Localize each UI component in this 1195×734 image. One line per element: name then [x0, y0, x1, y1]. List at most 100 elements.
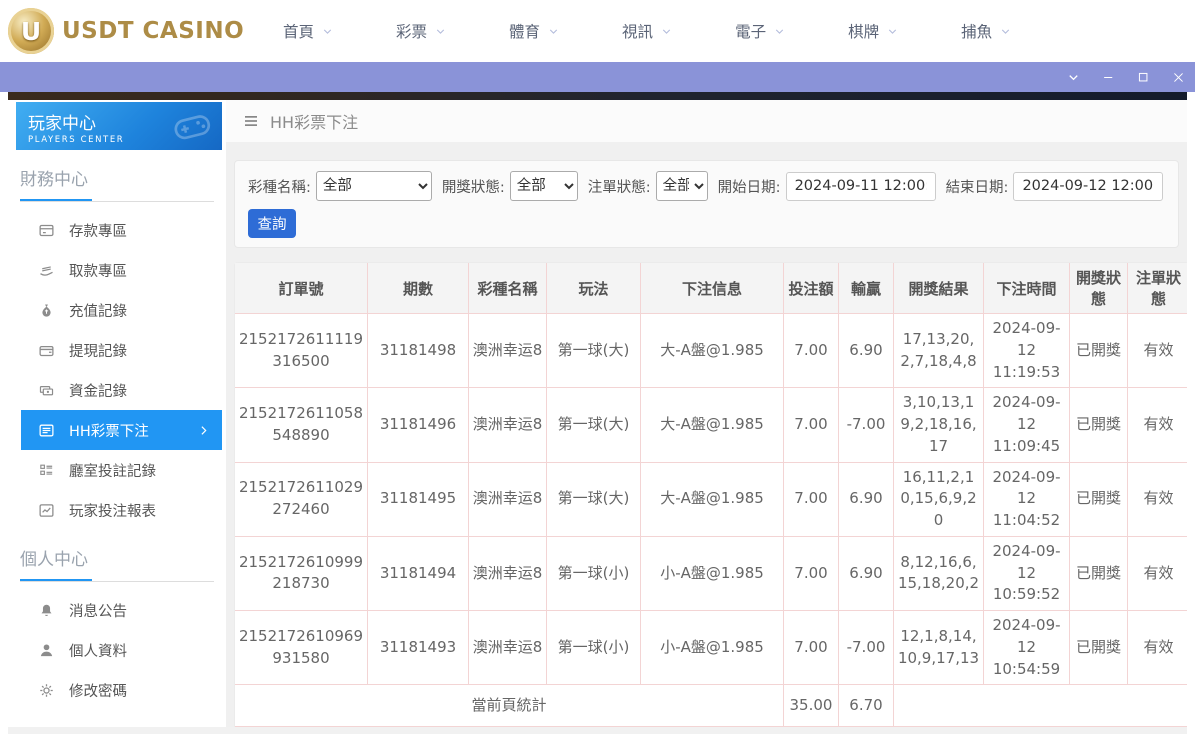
- nav-item-lottery[interactable]: 彩票: [365, 20, 478, 42]
- sidebar-section-title: 代理中心: [20, 725, 214, 727]
- cell-order-status: 有效: [1127, 388, 1187, 463]
- cell-draw-result: 17,13,20,2,7,18,4,8: [893, 314, 983, 389]
- nav-item-live[interactable]: 視訊: [591, 20, 704, 42]
- cell-order-status: 有效: [1127, 536, 1187, 611]
- start-date-input[interactable]: [785, 171, 936, 201]
- cell-bet-amount: 7.00: [783, 388, 838, 463]
- bell-icon: [41, 604, 52, 616]
- sidebar-item-announcements[interactable]: 消息公告: [8, 590, 226, 630]
- card-icon: [39, 224, 54, 236]
- nav-item-fishing[interactable]: 捕魚: [930, 20, 1043, 42]
- sidebar-item-funds-records[interactable]: 資金記錄: [8, 370, 226, 410]
- cell-draw-result: 16,11,2,10,15,6,9,20: [893, 462, 983, 537]
- nav-item-label: 視訊: [622, 23, 654, 41]
- cell-order-no: 2152172611119316500: [235, 314, 367, 389]
- cell-play-type: 第一球(大): [546, 388, 640, 463]
- order-status-select[interactable]: 全部: [655, 171, 708, 201]
- search-button[interactable]: 查詢: [248, 209, 296, 238]
- cell-order-no: 2152172611029272460: [235, 463, 367, 537]
- gear-icon: [39, 683, 54, 697]
- cell-bet-time: 2024-09-12 11:04:52: [983, 462, 1069, 537]
- order-status-label: 注單狀態:: [587, 179, 651, 196]
- column-header-bet-info: 下注信息: [640, 263, 783, 314]
- cell-bet-time: 2024-09-12 10:54:59: [983, 611, 1069, 686]
- sidebar-item-label: 資金記錄: [69, 383, 127, 400]
- sidebar-item-recharge-records[interactable]: 充值記錄: [8, 290, 226, 330]
- cell-bet-info: 小-A盤@1.985: [640, 536, 783, 611]
- cell-play-type: 第一球(大): [546, 462, 640, 537]
- column-header-lottery-name: 彩種名稱: [468, 263, 546, 314]
- cell-bet-info: 大-A盤@1.985: [640, 462, 783, 537]
- column-header-bet-amount: 投注額: [783, 263, 838, 314]
- gamepad-icon: [172, 113, 212, 142]
- sidebar-section-divider: [20, 199, 214, 202]
- nav-item-label: 棋牌: [848, 23, 880, 41]
- brand-logo: U USDT CASINO: [0, 8, 252, 54]
- nav-item-label: 體育: [509, 23, 541, 41]
- application-window: 玩家中心 PLAYERS CENTER 財務中心 存款專區 取款專區 充值記錄 提現記錄…: [0, 62, 1195, 734]
- cell-draw-result: 3,10,13,19,2,18,16,17: [893, 388, 983, 463]
- column-header-period: 期數: [367, 263, 468, 314]
- nav-item-label: 彩票: [396, 23, 428, 41]
- sidebar-item-profile[interactable]: 個人資料: [8, 630, 226, 670]
- window-maximize-icon[interactable]: [1130, 66, 1156, 88]
- column-header-order-no: 訂單號: [235, 263, 367, 314]
- column-header-draw-result: 開獎結果: [893, 263, 983, 314]
- chevron-right-icon: [201, 425, 207, 435]
- players-center-header: 玩家中心 PLAYERS CENTER: [16, 102, 222, 150]
- wallet-icon: [39, 345, 54, 356]
- sidebar-item-withdrawal-records[interactable]: 提現記錄: [8, 330, 226, 370]
- menu-toggle-icon[interactable]: [242, 112, 260, 130]
- sidebar-item-label: 存款專區: [69, 223, 127, 240]
- nav-item-home[interactable]: 首頁: [252, 20, 365, 42]
- cell-win-loss: 6.90: [838, 462, 893, 537]
- page-header: HH彩票下注: [226, 100, 1187, 142]
- top-nav-menu: 首頁 彩票 體育 視訊 電子 棋牌 捕魚: [252, 20, 1043, 42]
- draw-status-label: 開獎狀態:: [441, 179, 505, 196]
- end-date-label: 結束日期:: [945, 179, 1009, 196]
- cell-play-type: 第一球(大): [546, 314, 640, 389]
- nav-item-label: 首頁: [283, 23, 315, 41]
- cell-lottery-name: 澳洲幸运8: [468, 314, 546, 389]
- lottery-name-select[interactable]: 全部: [315, 171, 432, 201]
- nav-item-label: 電子: [735, 23, 767, 41]
- sidebar-item-room-bet-records[interactable]: 廳室投註記錄: [8, 450, 226, 490]
- window-close-icon[interactable]: [1165, 66, 1191, 88]
- cell-bet-info: 小-A盤@1.985: [640, 611, 783, 686]
- cell-bet-time: 2024-09-12 10:59:52: [983, 536, 1069, 611]
- bets-table: 訂單號 期數 彩種名稱 玩法 下注信息 投注額 輸贏 開獎結果 下注時間 開獎狀態 注單狀態 2152…: [234, 262, 1187, 727]
- cell-order-status: 有效: [1127, 462, 1187, 537]
- window-minimize-icon[interactable]: [1095, 66, 1121, 88]
- cell-order-no: 2152172610969931580: [235, 611, 367, 686]
- table-row: 2152172611119316500 31181498 澳洲幸运8 第一球(大) 大-…: [235, 314, 1187, 389]
- sidebar-item-withdraw-zone[interactable]: 取款專區: [8, 250, 226, 290]
- cell-lottery-name: 澳洲幸运8: [468, 536, 546, 611]
- sidebar-item-player-bet-report[interactable]: 玩家投注報表: [8, 490, 226, 530]
- sidebar-item-change-password[interactable]: 修改密碼: [8, 670, 226, 710]
- nav-item-chess[interactable]: 棋牌: [817, 20, 930, 42]
- chevron-down-icon: [436, 28, 445, 34]
- cell-order-status: 有效: [1127, 611, 1187, 686]
- cell-order-no: 2152172611058548890: [235, 388, 367, 463]
- cell-win-loss: 6.90: [838, 314, 893, 389]
- cell-draw-result: 12,1,8,14,10,9,17,13: [893, 611, 983, 686]
- table-row: 2152172610999218730 31181494 澳洲幸运8 第一球(小) 小-…: [235, 536, 1187, 611]
- end-date-input[interactable]: [1013, 171, 1164, 201]
- cell-order-no: 2152172610999218730: [235, 537, 367, 611]
- horizontal-scrollbar[interactable]: [8, 727, 1187, 734]
- cell-bet-amount: 7.00: [783, 462, 838, 537]
- summary-row-current-page: 當前頁統計 35.00 6.70: [235, 685, 1187, 727]
- cell-play-type: 第一球(小): [546, 536, 640, 611]
- window-dropdown-icon[interactable]: [1060, 66, 1086, 88]
- nav-item-slots[interactable]: 電子: [704, 20, 817, 42]
- nav-item-sports[interactable]: 體育: [478, 20, 591, 42]
- cell-lottery-name: 澳洲幸运8: [468, 611, 546, 686]
- sidebar-item-hh-lottery-bets[interactable]: HH彩票下注: [21, 410, 222, 450]
- filter-panel: 彩種名稱: 全部 開獎狀態: 全部 注單狀態: 全部 開始日期: 結束日期: 查…: [234, 160, 1179, 248]
- cell-win-loss: -7.00: [838, 611, 893, 686]
- draw-status-select[interactable]: 全部: [509, 171, 578, 201]
- cell-draw-result: 8,12,16,6,15,18,20,2: [893, 536, 983, 611]
- sidebar-item-deposit-zone[interactable]: 存款專區: [8, 210, 226, 250]
- sidebar-item-label: 充值記錄: [69, 303, 127, 320]
- start-date-label: 開始日期:: [717, 179, 781, 196]
